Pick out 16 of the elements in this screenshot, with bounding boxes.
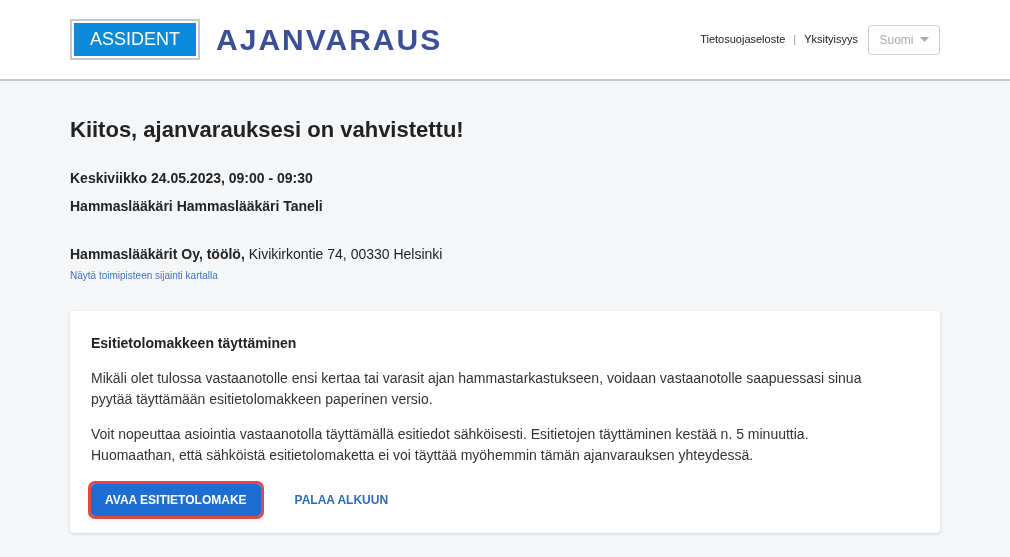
appointment-time: Keskiviikko 24.05.2023, 09:00 - 09:30	[70, 169, 314, 188]
clinic-address: Hammaslääkärit Oy, töölö, Kivikirkontie 74, 00330 Helsinki	[70, 245, 444, 264]
dentist-name: Hammaslääkäri Hammaslääkäri Taneli	[70, 197, 324, 216]
separator: |	[793, 32, 797, 48]
privacy-link[interactable]: Yksityisyys	[804, 31, 858, 48]
caret-icon	[919, 37, 929, 42]
card-paragraph: Mikäli olet tulossa vastaanotolle ensi kertaa tai varasit ajan hammastarkastukseen, voidaan vastaanotolle saapuessasi sinua pyytää täyttämään esitietolomakkeen paperinen versio.	[91, 369, 863, 409]
back-to-start-button[interactable]: PALAA ALKUUN	[280, 484, 403, 516]
card-title: Esitietolomakkeen täyttäminen	[91, 334, 298, 353]
privacy-statement-link[interactable]: Tietosuojaseloste	[700, 31, 786, 48]
map-link[interactable]: Näytä toimipisteen sijainti kartalla	[70, 268, 940, 283]
confirmation-heading: Kiitos, ajanvarauksesi on vahvistettu!	[70, 116, 465, 144]
app-title: AJANVARAUS	[216, 22, 443, 58]
card-paragraph: Voit nopeuttaa asiointia vastaanotolla täyttämällä esitiedot sähköisesti. Esitietojen täyttäminen kestää n. 5 minuuttia. Huomaathan, että sähköistä esitietolomaketta ei voi täyttää myöhemmin tämän ajanvarauksen yhteydessä.	[91, 425, 810, 465]
logo: ASSIDENT	[70, 19, 201, 60]
open-form-button[interactable]: AVAA ESITIETOLOMAKE	[91, 484, 261, 516]
